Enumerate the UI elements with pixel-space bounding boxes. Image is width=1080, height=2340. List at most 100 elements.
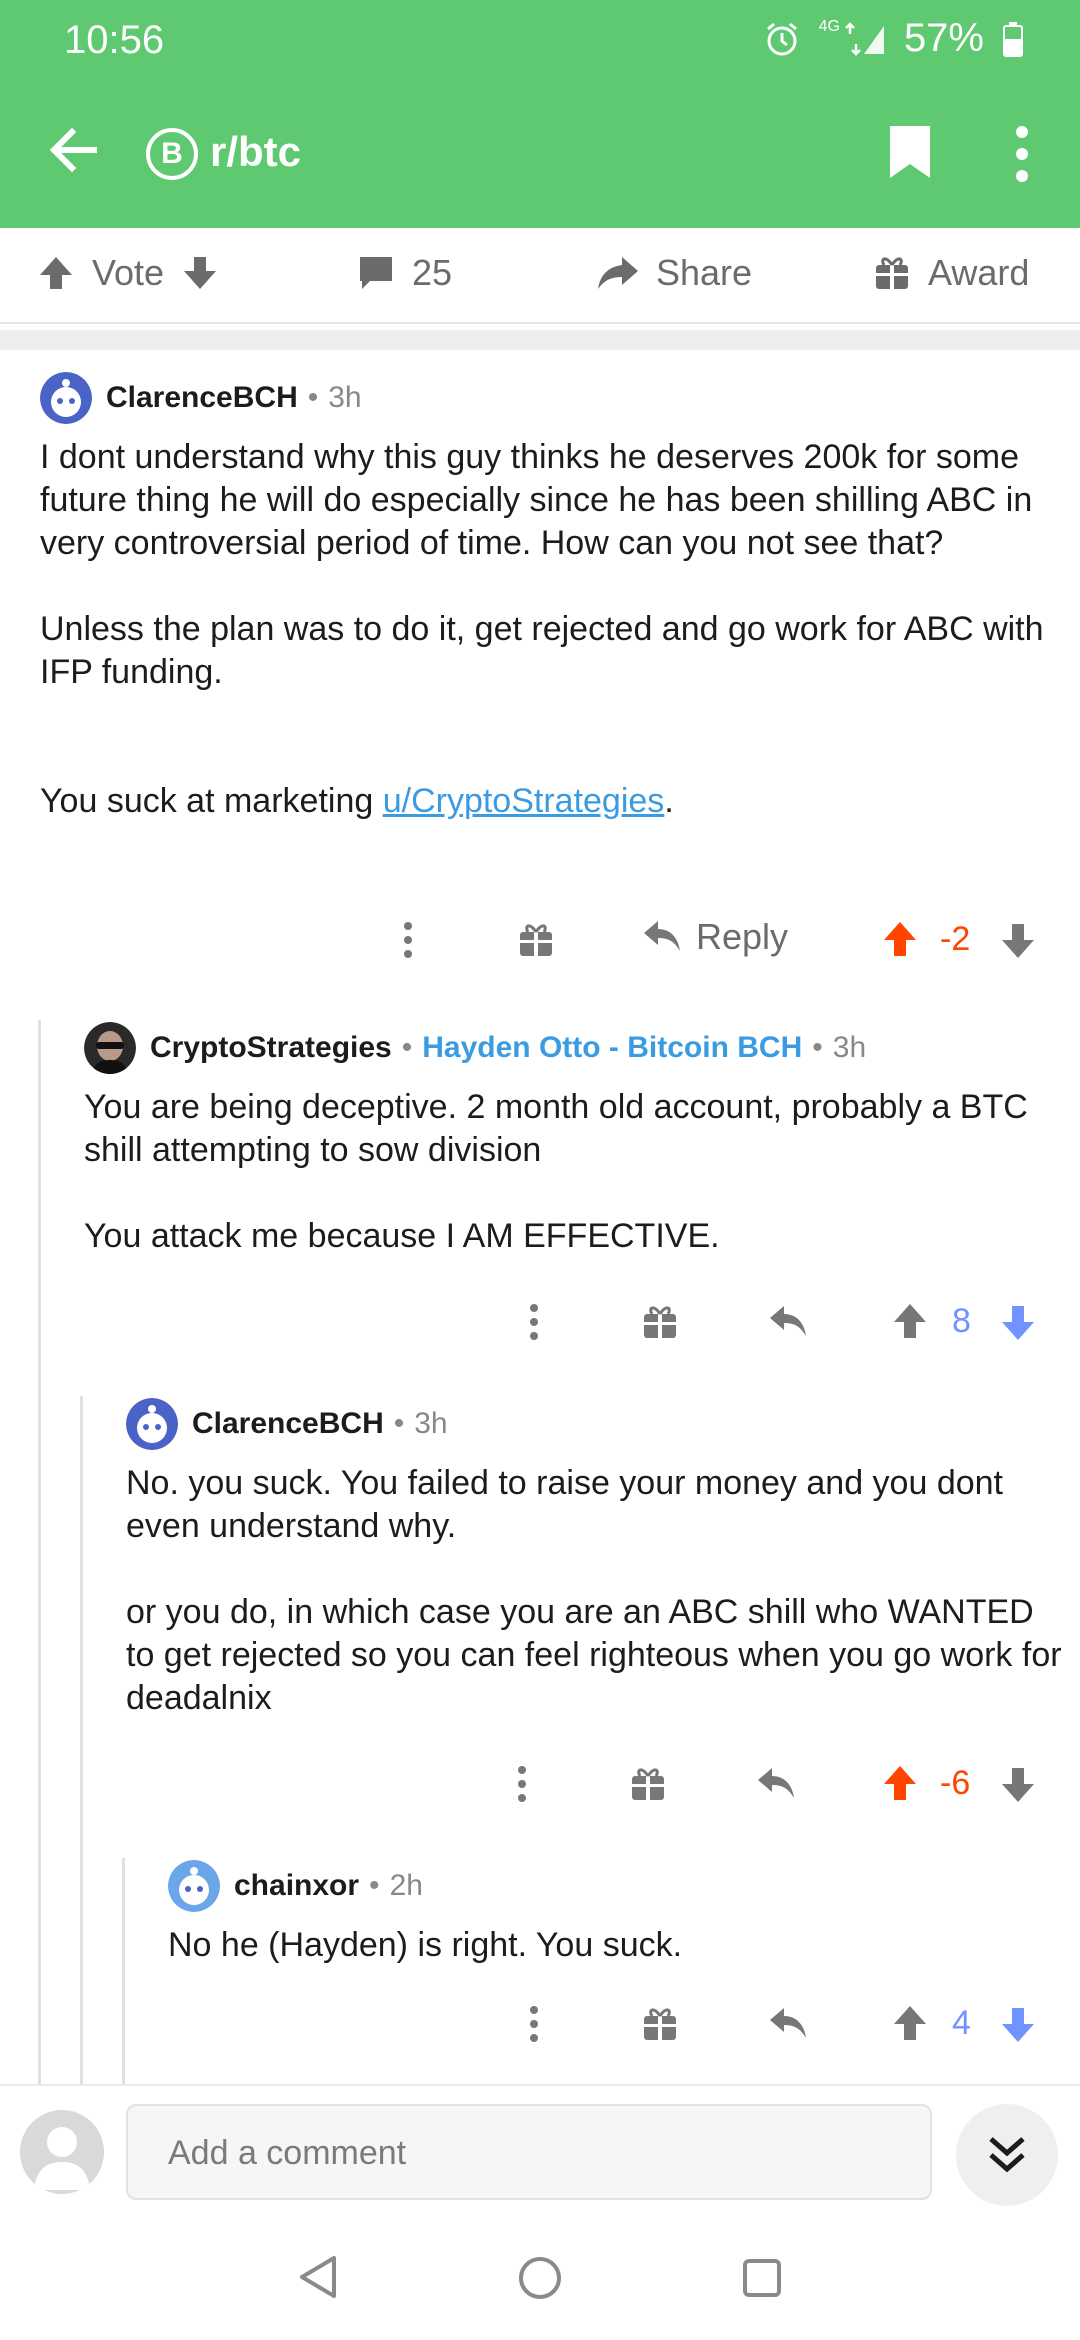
downvote-icon[interactable] [1000, 1764, 1036, 1804]
reply-label: Reply [696, 916, 789, 957]
comment-paragraph: No. you suck. You failed to raise your m… [126, 1464, 1003, 1545]
comment: ClarenceBCH • 3h I dont understand why t… [40, 370, 1060, 823]
subreddit-name[interactable]: r/btc [210, 128, 301, 176]
vote-label: Vote [92, 252, 165, 293]
battery-icon [1003, 21, 1023, 57]
gift-icon [876, 257, 908, 289]
collapse-threads-button[interactable] [956, 2104, 1058, 2206]
app-header: 10:56 4G 57% B r/btc [0, 0, 1080, 228]
reply-icon[interactable] [768, 2006, 808, 2042]
battery-percent: 57% [903, 16, 984, 60]
comment-age: 2h [389, 1869, 423, 1902]
share-icon [598, 257, 638, 289]
more-options-icon[interactable] [1014, 124, 1030, 184]
thread-line [80, 1396, 83, 2084]
upvote-icon[interactable] [892, 2004, 928, 2044]
author-name[interactable]: CryptoStrategies [150, 1031, 392, 1065]
comment-body: No. you suck. You failed to raise your m… [126, 1462, 1066, 1720]
upvote-icon[interactable] [882, 920, 918, 960]
author-name[interactable]: chainxor [234, 1869, 359, 1903]
comment-score: -6 [940, 1764, 971, 1802]
snoo-avatar-icon [168, 1860, 220, 1912]
upvote-icon[interactable] [882, 1764, 918, 1804]
award-icon[interactable] [642, 2006, 678, 2042]
avatar[interactable] [84, 1022, 136, 1074]
user-link[interactable]: u/CryptoStrategies [383, 782, 665, 820]
user-photo-avatar-icon [84, 1022, 136, 1074]
avatar[interactable] [168, 1860, 220, 1912]
comments-button[interactable]: 25 [356, 252, 452, 294]
downvote-icon[interactable] [1000, 1302, 1036, 1342]
award-button[interactable]: Award [872, 252, 1029, 294]
award-icon[interactable] [642, 1304, 678, 1340]
comment-score: 8 [952, 1302, 971, 1340]
user-avatar[interactable] [20, 2110, 104, 2194]
more-options-icon[interactable] [528, 2004, 540, 2044]
alarm-icon [766, 22, 797, 55]
signal-icon [845, 21, 884, 56]
comment-paragraph: You attack me because I AM EFFECTIVE. [84, 1217, 720, 1255]
vote-control: Vote [36, 252, 220, 294]
comment-age: 3h [832, 1031, 867, 1064]
comment-body: I dont understand why this guy thinks he… [40, 436, 1060, 823]
status-icons: 4G 57% [763, 16, 1024, 61]
upvote-icon[interactable] [892, 1302, 928, 1342]
reply-icon [644, 921, 680, 951]
separator-dot: • [307, 381, 319, 414]
comment-paragraph: You are being deceptive. 2 month old acc… [84, 1088, 1028, 1169]
bookmark-icon[interactable] [888, 124, 932, 180]
comment-paragraph: You suck at marketing u/CryptoStrategies… [40, 782, 674, 820]
award-icon[interactable] [518, 922, 554, 958]
reply-icon[interactable] [768, 1304, 808, 1340]
more-options-icon[interactable] [516, 1764, 528, 1804]
downvote-icon[interactable] [1000, 2004, 1036, 2044]
comment-icon [360, 257, 392, 289]
comment-actions: Reply -2 [0, 916, 1080, 980]
comment-body: You are being deceptive. 2 month old acc… [84, 1086, 1064, 1258]
downvote-icon[interactable] [1000, 920, 1036, 960]
comments-count: 25 [412, 252, 453, 293]
nav-home-icon[interactable] [518, 2256, 562, 2300]
separator-dot: • [369, 1869, 380, 1902]
thread-line [38, 1020, 41, 2084]
comment-meta: ClarenceBCH • 3h [126, 1396, 1066, 1452]
author-name[interactable]: ClarenceBCH [192, 1407, 384, 1441]
subreddit-icon: B [146, 128, 198, 180]
comment-meta: CryptoStrategies • Hayden Otto - Bitcoin… [84, 1020, 1064, 1076]
upvote-icon[interactable] [36, 253, 76, 293]
back-arrow-icon[interactable] [46, 122, 102, 178]
comment-paragraph: No he (Hayden) is right. You suck. [168, 1926, 683, 1964]
network-label: 4G [818, 17, 840, 35]
nav-recents-icon[interactable] [742, 2258, 782, 2298]
comment-actions: 8 [0, 1302, 1080, 1362]
double-chevron-down-icon [989, 2137, 1025, 2173]
comment-paragraph: I dont understand why this guy thinks he… [40, 438, 1033, 562]
avatar[interactable] [126, 1398, 178, 1450]
toolbar: B r/btc [0, 100, 1080, 210]
comment: chainxor • 2h No he (Hayden) is right. Y… [168, 1858, 1068, 1967]
avatar[interactable] [40, 372, 92, 424]
award-icon[interactable] [630, 1766, 666, 1802]
author-name[interactable]: ClarenceBCH [106, 381, 298, 415]
share-button[interactable]: Share [596, 252, 752, 294]
comment-meta: chainxor • 2h [168, 1858, 1068, 1914]
more-options-icon[interactable] [528, 1302, 540, 1342]
separator-dot: • [393, 1407, 405, 1440]
user-flair: Hayden Otto - Bitcoin BCH [422, 1031, 803, 1064]
snoo-avatar-icon [126, 1398, 178, 1450]
section-divider [0, 330, 1080, 350]
share-label: Share [656, 252, 753, 293]
reply-button[interactable]: Reply [642, 916, 788, 958]
comment: CryptoStrategies • Hayden Otto - Bitcoin… [84, 1020, 1064, 1258]
downvote-icon[interactable] [180, 253, 220, 293]
add-comment-input[interactable]: Add a comment [126, 2104, 932, 2200]
nav-back-icon[interactable] [298, 2254, 338, 2300]
award-label: Award [928, 252, 1030, 293]
snoo-avatar-icon [40, 372, 92, 424]
comment-age: 3h [414, 1407, 448, 1440]
reply-icon[interactable] [756, 1766, 796, 1802]
post-action-bar: Vote 25 Share Award [0, 228, 1080, 324]
comment-body: No he (Hayden) is right. You suck. [168, 1924, 1068, 1967]
comment-paragraph: or you do, in which case you are an ABC … [126, 1593, 1062, 1717]
more-options-icon[interactable] [402, 920, 414, 960]
